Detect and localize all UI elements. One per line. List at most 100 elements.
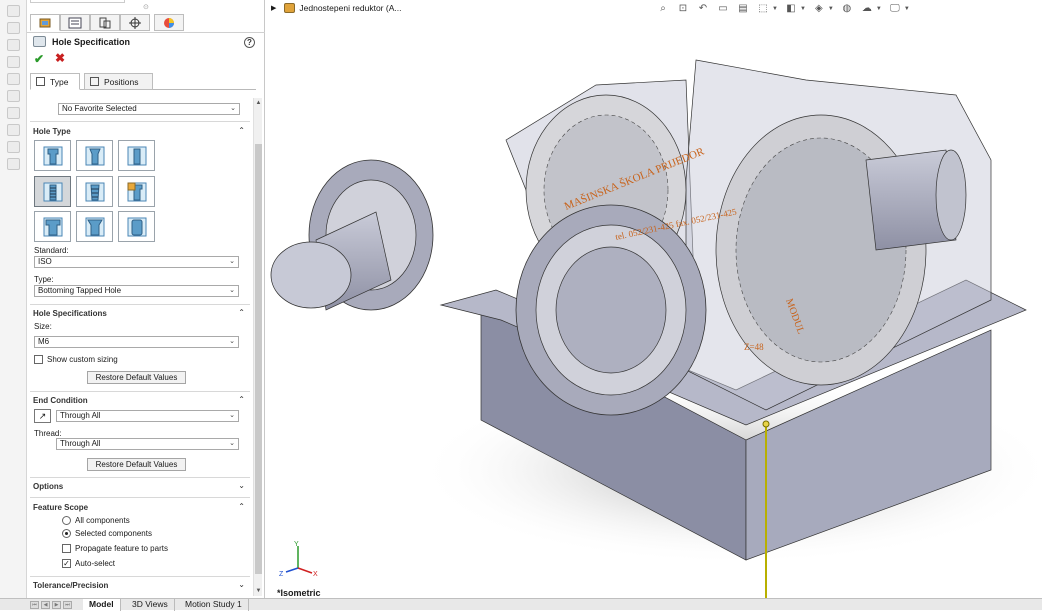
chevron-down-icon: ⌄ bbox=[229, 258, 235, 265]
thread-select[interactable]: Through All ⌄ bbox=[56, 438, 239, 450]
countersink-icon bbox=[85, 146, 104, 165]
strip-icon[interactable] bbox=[7, 158, 20, 170]
radio-selected-components[interactable]: Selected components bbox=[62, 529, 152, 538]
crosshair-icon bbox=[129, 16, 141, 29]
reverse-direction-icon[interactable]: ↗ bbox=[34, 409, 51, 423]
assembly-name: Jednostepeni reduktor (A... bbox=[299, 3, 402, 13]
hole-type-hole[interactable] bbox=[118, 140, 155, 171]
strip-icon[interactable] bbox=[7, 39, 20, 51]
next-tab-icon[interactable]: ▶ bbox=[52, 601, 61, 609]
ok-button[interactable]: ✔ bbox=[34, 52, 44, 66]
property-manager-tab[interactable] bbox=[60, 14, 90, 31]
strip-icon[interactable] bbox=[7, 124, 20, 136]
strip-icon[interactable] bbox=[7, 90, 20, 102]
zoom-to-area-icon[interactable]: ⊡ bbox=[676, 2, 690, 15]
view-orientation-icon[interactable]: ⬚ bbox=[756, 2, 770, 15]
view-settings-icon[interactable]: 🖵 bbox=[888, 2, 902, 15]
splitter-grip-icon[interactable]: ⊙ bbox=[143, 3, 149, 11]
zoom-to-fit-icon[interactable]: ⌕ bbox=[656, 2, 670, 15]
panel-scrollbar[interactable]: ▲ ▼ bbox=[253, 98, 262, 596]
divider bbox=[30, 477, 250, 478]
feature-manager-tab[interactable] bbox=[30, 14, 60, 31]
last-tab-icon[interactable]: ⏭ bbox=[63, 601, 72, 609]
strip-icon[interactable] bbox=[7, 141, 20, 153]
hole-type-tapered-tap[interactable] bbox=[76, 176, 113, 207]
feature-tree-icon bbox=[39, 18, 51, 27]
section-feature-scope[interactable]: Feature Scope ⌃ bbox=[33, 502, 245, 512]
cancel-button[interactable]: ✖ bbox=[55, 51, 65, 65]
tab-motion-study[interactable]: Motion Study 1 bbox=[179, 599, 249, 611]
hole-point-marker[interactable] bbox=[762, 420, 770, 428]
dynamic-annotation-icon[interactable]: ▤ bbox=[736, 2, 750, 15]
restore-defaults-button-2[interactable]: Restore Default Values bbox=[87, 458, 186, 471]
hole-type-countersink[interactable] bbox=[76, 140, 113, 171]
auto-select-checkbox[interactable]: ✓ Auto-select bbox=[62, 559, 115, 568]
graphics-area[interactable]: MAŠINSKA ŠKOLA PRIJEDOR tel. 052/231-425… bbox=[266, 0, 1042, 598]
size-select[interactable]: M6 ⌄ bbox=[34, 336, 239, 348]
previous-view-icon[interactable]: ↶ bbox=[696, 2, 710, 15]
hide-show-items-icon[interactable]: ◈ bbox=[812, 2, 826, 15]
scroll-thumb[interactable] bbox=[255, 144, 262, 574]
section-end-condition-title: End Condition bbox=[33, 396, 88, 405]
feature-tree-root[interactable]: ▶ Jednostepeni reduktor (A... bbox=[271, 3, 401, 13]
type-tab-icon bbox=[36, 77, 45, 86]
strip-icon[interactable] bbox=[7, 73, 20, 85]
heads-up-toolbar: ⌕ ⊡ ↶ ▭ ▤ ⬚ ▼ ◧ ▼ ◈ ▼ ◍ ☁ ▼ 🖵 ▼ bbox=[656, 2, 916, 15]
checkbox-box[interactable] bbox=[34, 355, 43, 364]
scroll-up-icon[interactable]: ▲ bbox=[254, 100, 263, 106]
section-view-icon[interactable]: ▭ bbox=[716, 2, 730, 15]
tab-model[interactable]: Model bbox=[83, 599, 121, 611]
chevron-down-icon[interactable]: ▼ bbox=[904, 6, 910, 12]
hole-type-slot[interactable] bbox=[118, 211, 155, 242]
configuration-manager-tab[interactable] bbox=[90, 14, 120, 31]
propagate-checkbox[interactable]: Propagate feature to parts bbox=[62, 544, 168, 553]
checkbox-box-checked[interactable]: ✓ bbox=[62, 559, 71, 568]
tab-positions[interactable]: Positions bbox=[84, 73, 153, 90]
section-end-condition[interactable]: End Condition ⌃ bbox=[33, 395, 245, 405]
prev-tab-icon[interactable]: ◀ bbox=[41, 601, 50, 609]
favorite-value: No Favorite Selected bbox=[62, 104, 137, 113]
strip-icon[interactable] bbox=[7, 5, 20, 17]
display-style-icon[interactable]: ◧ bbox=[784, 2, 798, 15]
restore-defaults-button[interactable]: Restore Default Values bbox=[87, 371, 186, 384]
scene-icon[interactable]: ☁ bbox=[860, 2, 874, 15]
radio-all-components[interactable]: All components bbox=[62, 516, 130, 525]
help-button[interactable]: ? bbox=[244, 37, 255, 48]
strip-icon[interactable] bbox=[7, 22, 20, 34]
hole-type-counterbore-slot[interactable] bbox=[34, 211, 71, 242]
edit-appearance-icon[interactable]: ◍ bbox=[840, 2, 854, 15]
chevron-down-icon[interactable]: ▼ bbox=[828, 6, 834, 12]
display-manager-tab[interactable] bbox=[154, 14, 184, 31]
radio-dot[interactable] bbox=[62, 516, 71, 525]
hole-type-legacy[interactable] bbox=[118, 176, 155, 207]
section-tolerance[interactable]: Tolerance/Precision ⌄ bbox=[33, 580, 245, 590]
standard-select[interactable]: ISO ⌄ bbox=[34, 256, 239, 268]
straight-tap-icon bbox=[43, 182, 62, 201]
tab-type[interactable]: Type bbox=[30, 73, 80, 90]
section-options[interactable]: Options ⌄ bbox=[33, 481, 245, 491]
section-hole-type[interactable]: Hole Type ⌃ bbox=[33, 126, 245, 136]
custom-sizing-checkbox[interactable]: Show custom sizing bbox=[34, 355, 118, 364]
chevron-down-icon[interactable]: ▼ bbox=[876, 6, 882, 12]
hole-type-straight-tap[interactable] bbox=[34, 176, 71, 207]
dimxpert-tab[interactable] bbox=[120, 14, 150, 31]
gearbox-model[interactable]: MAŠINSKA ŠKOLA PRIJEDOR tel. 052/231-425… bbox=[266, 0, 1042, 598]
chevron-up-icon: ⌃ bbox=[238, 126, 245, 135]
scroll-down-icon[interactable]: ▼ bbox=[254, 588, 263, 594]
hole-type-countersink-slot[interactable] bbox=[76, 211, 113, 242]
type-select[interactable]: Bottoming Tapped Hole ⌄ bbox=[34, 285, 239, 297]
radio-dot-selected[interactable] bbox=[62, 529, 71, 538]
thread-label: Thread: bbox=[34, 429, 62, 438]
end-condition-select[interactable]: Through All ⌄ bbox=[56, 410, 239, 422]
first-tab-icon[interactable]: ⏮ bbox=[30, 601, 39, 609]
favorite-select[interactable]: No Favorite Selected ⌄ bbox=[58, 103, 240, 115]
hole-type-counterbore[interactable] bbox=[34, 140, 71, 171]
chevron-down-icon[interactable]: ▼ bbox=[772, 6, 778, 12]
tab-3d-views[interactable]: 3D Views bbox=[126, 599, 175, 611]
strip-icon[interactable] bbox=[7, 56, 20, 68]
chevron-down-icon[interactable]: ▼ bbox=[800, 6, 806, 12]
strip-icon[interactable] bbox=[7, 107, 20, 119]
checkbox-box[interactable] bbox=[62, 544, 71, 553]
section-hole-specifications[interactable]: Hole Specifications ⌃ bbox=[33, 308, 245, 318]
expand-arrow-icon[interactable]: ▶ bbox=[271, 4, 276, 12]
